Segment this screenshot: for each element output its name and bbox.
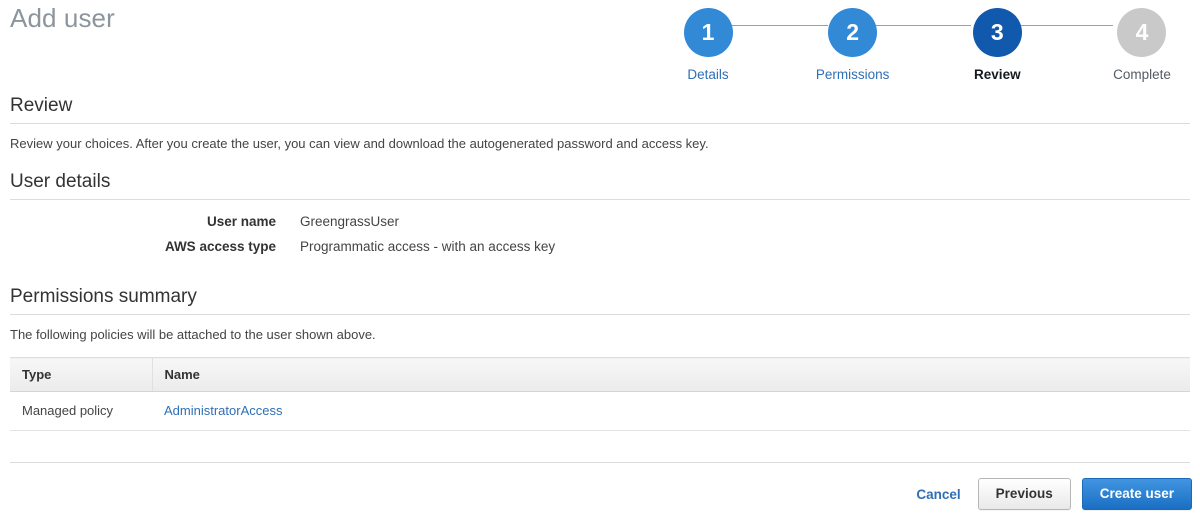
- policy-type-cell: Managed policy: [10, 391, 152, 431]
- review-content: Review Review your choices. After you cr…: [0, 95, 1200, 431]
- step-complete: 4 Complete: [1094, 8, 1190, 83]
- table-row: Managed policy AdministratorAccess: [10, 391, 1190, 431]
- permissions-summary-heading: Permissions summary: [10, 286, 197, 307]
- user-name-label: User name: [206, 214, 276, 229]
- cancel-button[interactable]: Cancel: [910, 483, 966, 506]
- policy-name-cell: AdministratorAccess: [152, 391, 1190, 431]
- step-circle-4: 4: [1117, 8, 1167, 57]
- policies-table: Type Name Managed policy AdministratorAc…: [10, 357, 1190, 431]
- column-header-type[interactable]: Type: [10, 357, 153, 392]
- step-details[interactable]: 1 Details: [660, 8, 756, 83]
- step-permissions[interactable]: 2 Permissions: [805, 8, 901, 83]
- wizard-stepper: 1 Details 2 Permissions 3 Review 4 Compl…: [660, 8, 1190, 83]
- permissions-summary-description: The following policies will be attached …: [10, 327, 376, 342]
- page-header: Add user 1 Details 2 Permissions 3 Revie…: [0, 0, 1200, 95]
- step-circle-1: 1: [683, 8, 733, 57]
- step-label-review: Review: [974, 67, 1021, 82]
- aws-access-type-label: AWS access type: [164, 239, 276, 254]
- footer-divider: [10, 462, 1190, 463]
- create-user-button[interactable]: Create user: [1081, 478, 1192, 510]
- step-circle-3: 3: [972, 8, 1022, 57]
- policy-name-link[interactable]: AdministratorAccess: [164, 403, 282, 418]
- user-name-value: GreengrassUser: [300, 214, 400, 229]
- review-description: Review your choices. After you create th…: [10, 136, 709, 151]
- footer-actions: Cancel Previous Create user: [910, 478, 1192, 510]
- user-details-list: User name GreengrassUser AWS access type…: [0, 200, 1200, 254]
- previous-button[interactable]: Previous: [977, 478, 1071, 510]
- detail-row: User name GreengrassUser: [0, 214, 1200, 229]
- review-heading: Review: [10, 95, 73, 116]
- page-title: Add user: [10, 3, 115, 33]
- aws-access-type-value: Programmatic access - with an access key: [300, 239, 556, 254]
- detail-row: AWS access type Programmatic access - wi…: [0, 239, 1200, 254]
- step-label-permissions[interactable]: Permissions: [816, 67, 890, 83]
- user-details-heading: User details: [10, 171, 111, 192]
- step-connector-1-2: [716, 25, 828, 26]
- step-label-details[interactable]: Details: [687, 67, 728, 83]
- step-circle-2: 2: [828, 8, 878, 57]
- table-header-row: Type Name: [10, 357, 1190, 392]
- column-header-name[interactable]: Name: [152, 357, 1190, 392]
- step-review[interactable]: 3 Review: [949, 8, 1045, 83]
- step-label-complete: Complete: [1113, 67, 1171, 82]
